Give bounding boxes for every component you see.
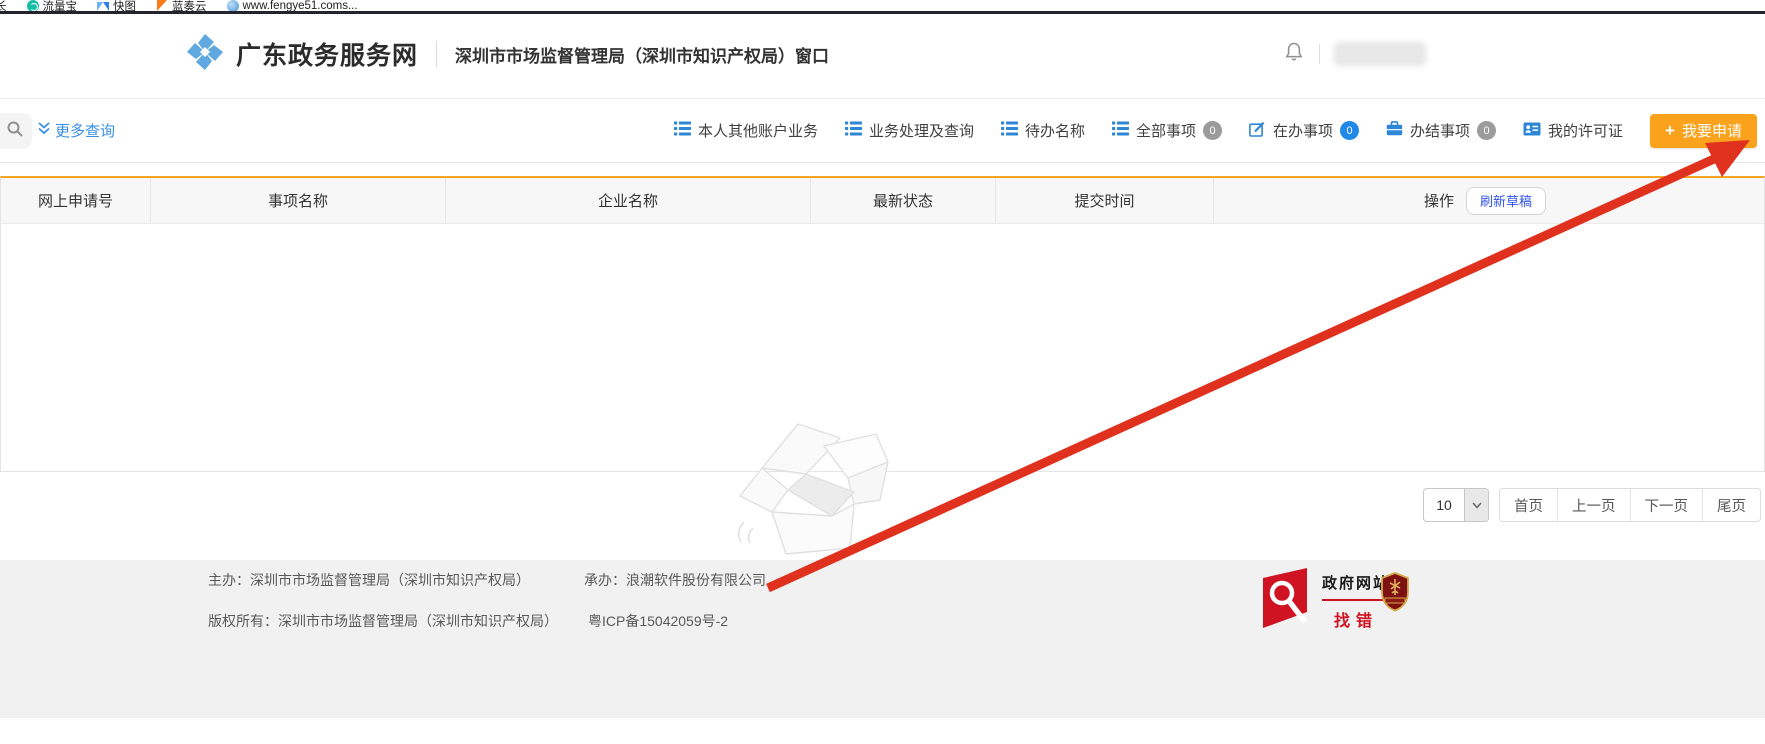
column-header-actions: 操作 刷新草稿 bbox=[1214, 178, 1764, 223]
kuaitu-favicon bbox=[97, 0, 109, 12]
refresh-draft-button[interactable]: 刷新草稿 bbox=[1466, 187, 1546, 215]
bookmark-item[interactable]: 蓝奏云 bbox=[156, 0, 207, 14]
pagination: 10 首页 上一页 下一页 尾页 bbox=[1423, 488, 1761, 522]
count-badge: 0 bbox=[1477, 121, 1496, 140]
nav-right-group: 本人其他账户业务 业务处理及查询 bbox=[674, 99, 1757, 162]
column-header-company-name: 企业名称 bbox=[446, 178, 811, 223]
nav-item-label: 全部事项 bbox=[1136, 120, 1196, 141]
more-query-link[interactable]: 更多查询 bbox=[38, 99, 115, 162]
actions-label: 操作 bbox=[1424, 190, 1454, 211]
bookmark-label: 流量宝 bbox=[43, 0, 78, 14]
count-badge: 0 bbox=[1203, 121, 1222, 140]
nav-item-label: 在办事项 bbox=[1273, 120, 1333, 141]
nav-item-label: 待办名称 bbox=[1025, 120, 1085, 141]
site-header: 广东政务服务网 深圳市市场监督管理局（深圳市知识产权局）窗口 bbox=[0, 17, 1765, 91]
column-header-matter-name: 事项名称 bbox=[151, 178, 446, 223]
bookmark-item[interactable]: 长 bbox=[0, 0, 7, 14]
footer-icp: 粤ICP备15042059号-2 bbox=[588, 611, 728, 631]
idcard-icon bbox=[1523, 122, 1541, 140]
bookmark-item[interactable]: 快图 bbox=[97, 0, 136, 14]
brand-title: 广东政务服务网 bbox=[236, 36, 418, 72]
plus-icon: + bbox=[1665, 122, 1675, 139]
page-footer: 主办：深圳市市场监督管理局（深圳市知识产权局） 承办：浪潮软件股份有限公司 版权… bbox=[0, 560, 1765, 718]
bookmark-label: 蓝奏云 bbox=[172, 0, 207, 14]
list-icon bbox=[1112, 121, 1129, 140]
bookmark-item[interactable]: www.fengye51.coms... bbox=[227, 0, 358, 12]
page-size-select[interactable]: 10 bbox=[1423, 488, 1489, 522]
globe-favicon bbox=[227, 0, 239, 12]
bookmark-item[interactable]: 流量宝 bbox=[27, 0, 78, 14]
chevron-down-icon bbox=[1464, 489, 1488, 521]
page: 长 流量宝 快图 蓝奏云 www.fengye51.coms... bbox=[0, 0, 1765, 744]
edit-icon bbox=[1249, 121, 1266, 141]
apply-button[interactable]: + 我要申请 bbox=[1650, 114, 1757, 148]
bookmark-label: 快图 bbox=[113, 0, 136, 14]
gov-site-find-error-badge[interactable]: 政府网站 找错 bbox=[1263, 568, 1390, 635]
column-header-application-no: 网上申请号 bbox=[1, 178, 151, 223]
footer-text: 主办：深圳市市场监督管理局（深圳市知识产权局） 承办：浪潮软件股份有限公司 版权… bbox=[208, 570, 766, 652]
search-button[interactable] bbox=[0, 113, 32, 149]
magnifier-flag-icon bbox=[1263, 568, 1313, 635]
nav-item-label: 业务处理及查询 bbox=[869, 120, 974, 141]
nav-item-label: 办结事项 bbox=[1410, 120, 1470, 141]
brand-logo-icon bbox=[186, 33, 224, 76]
last-page-button[interactable]: 尾页 bbox=[1702, 489, 1760, 521]
browser-bookmarks-bar: 长 流量宝 快图 蓝奏云 www.fengye51.coms... bbox=[0, 0, 1765, 14]
applications-table: 网上申请号 事项名称 企业名称 最新状态 提交时间 操作 刷新草稿 bbox=[0, 176, 1765, 472]
nav-item-business-query[interactable]: 业务处理及查询 bbox=[845, 120, 974, 141]
bell-icon[interactable] bbox=[1283, 41, 1305, 68]
footer-undertake: 承办：浪潮软件股份有限公司 bbox=[584, 570, 766, 590]
brand[interactable]: 广东政务服务网 bbox=[186, 33, 418, 76]
footer-copyright: 版权所有：深圳市市场监督管理局（深圳市知识产权局） bbox=[208, 611, 558, 631]
lanzouyun-favicon bbox=[156, 0, 168, 12]
nav-item-completed[interactable]: 办结事项 0 bbox=[1386, 120, 1496, 141]
window-title: 深圳市市场监督管理局（深圳市知识产权局）窗口 bbox=[455, 42, 829, 67]
liuliangbao-favicon bbox=[27, 0, 39, 12]
search-icon bbox=[6, 120, 24, 143]
page-size-value: 10 bbox=[1424, 489, 1464, 521]
list-icon bbox=[1001, 121, 1018, 140]
nav-item-label: 我的许可证 bbox=[1548, 120, 1623, 141]
more-query-label: 更多查询 bbox=[55, 120, 115, 141]
header-user-area bbox=[1283, 41, 1426, 68]
briefcase-icon bbox=[1386, 121, 1403, 140]
user-name-blurred[interactable] bbox=[1334, 42, 1426, 66]
column-header-latest-status: 最新状态 bbox=[811, 178, 996, 223]
title-divider bbox=[436, 41, 437, 67]
prev-page-button[interactable]: 上一页 bbox=[1557, 489, 1630, 521]
list-icon bbox=[674, 121, 691, 140]
nav-item-in-progress[interactable]: 在办事项 0 bbox=[1249, 120, 1359, 141]
footer-host: 主办：深圳市市场监督管理局（深圳市知识产权局） bbox=[208, 570, 530, 590]
nav-item-my-licenses[interactable]: 我的许可证 bbox=[1523, 120, 1623, 141]
first-page-button[interactable]: 首页 bbox=[1500, 489, 1557, 521]
nav-item-todo-name[interactable]: 待办名称 bbox=[1001, 120, 1085, 141]
list-icon bbox=[845, 121, 862, 140]
next-page-button[interactable]: 下一页 bbox=[1630, 489, 1703, 521]
pager-buttons: 首页 上一页 下一页 尾页 bbox=[1499, 488, 1761, 522]
count-badge: 0 bbox=[1340, 121, 1359, 140]
table-header-row: 网上申请号 事项名称 企业名称 最新状态 提交时间 操作 刷新草稿 bbox=[1, 178, 1764, 224]
nav-item-label: 本人其他账户业务 bbox=[698, 120, 818, 141]
empty-box-icon bbox=[728, 404, 898, 584]
nav-item-other-account-business[interactable]: 本人其他账户业务 bbox=[674, 120, 818, 141]
double-chevron-down-icon bbox=[38, 122, 50, 139]
apply-button-label: 我要申请 bbox=[1682, 120, 1742, 141]
shield-emblem-icon[interactable] bbox=[1380, 572, 1410, 617]
user-divider bbox=[1319, 44, 1320, 64]
nav-item-all-matters[interactable]: 全部事项 0 bbox=[1112, 120, 1222, 141]
bookmark-label: www.fengye51.coms... bbox=[243, 0, 358, 12]
column-header-submit-time: 提交时间 bbox=[996, 178, 1214, 223]
toolbar-nav: 更多查询 本人其他账户业务 bbox=[0, 98, 1765, 163]
